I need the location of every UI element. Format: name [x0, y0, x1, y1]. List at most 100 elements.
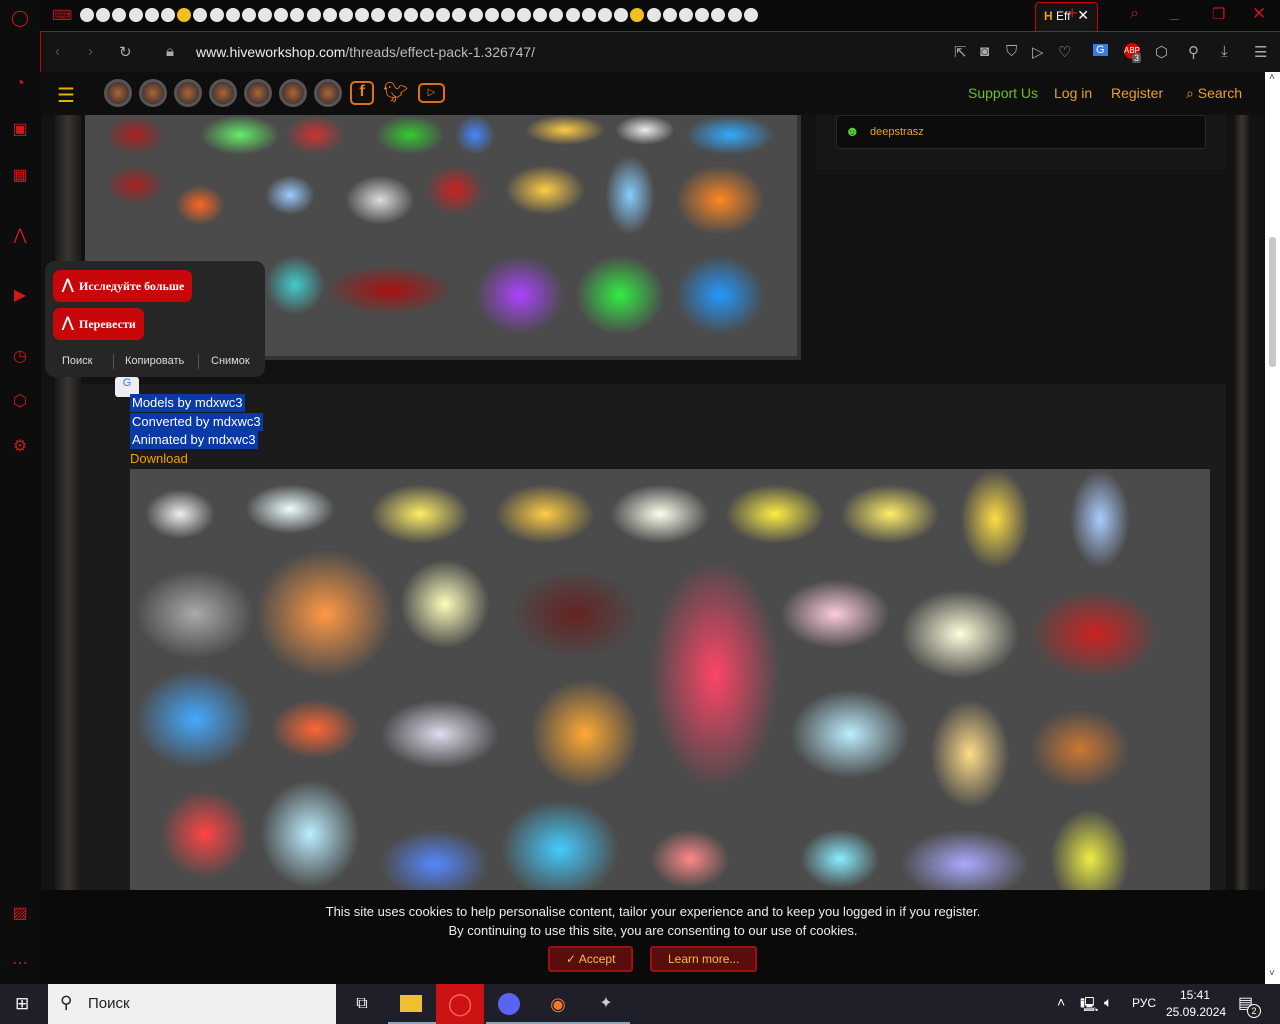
scroll-thumb[interactable]: [1269, 237, 1276, 367]
discord-icon[interactable]: [486, 984, 534, 1024]
opera-taskbar-icon[interactable]: ◯: [436, 984, 484, 1024]
player-icon[interactable]: ▶: [10, 286, 30, 306]
explorer-icon[interactable]: [388, 984, 436, 1024]
pinned-tab-icon[interactable]: [225, 8, 240, 22]
pinned-tab-icon[interactable]: [177, 8, 192, 22]
windows-start-icon[interactable]: ⊞: [15, 994, 29, 1014]
user-row[interactable]: ☻ deepstrasz: [836, 115, 1206, 149]
back-icon[interactable]: ‹: [55, 43, 60, 60]
taskbar-search[interactable]: ⚲ Поиск: [48, 984, 336, 1024]
pinned-tab-icon[interactable]: [630, 8, 645, 22]
pinned-tab-icon[interactable]: [128, 8, 143, 22]
pinned-tab-icon[interactable]: [533, 8, 548, 22]
forward-icon[interactable]: ›: [88, 43, 93, 60]
learn-more-button[interactable]: Learn more...: [650, 946, 758, 972]
opera-logo-icon[interactable]: ◯: [10, 9, 30, 29]
adblock-shield-icon[interactable]: ⛉: [1006, 43, 1017, 60]
reload-icon[interactable]: ↻: [119, 43, 132, 61]
pinned-tab-icon[interactable]: [678, 8, 693, 22]
pinned-tab-icon[interactable]: [371, 8, 386, 22]
new-tab-icon[interactable]: +: [1067, 3, 1078, 24]
pinned-tab-icon[interactable]: [743, 8, 758, 22]
hamburger-menu-icon[interactable]: ☰: [57, 83, 75, 108]
tray-expand-icon[interactable]: ˄: [1057, 994, 1065, 1010]
heart-icon[interactable]: ♡: [1058, 43, 1071, 61]
pinned-tab-icon[interactable]: [500, 8, 515, 22]
pinned-tab-icon[interactable]: [274, 8, 289, 22]
facebook-icon[interactable]: f: [350, 81, 374, 105]
pinned-tab-icon[interactable]: [646, 8, 661, 22]
pinned-tab-icon[interactable]: [565, 8, 580, 22]
gallery-icon[interactable]: ▨: [10, 904, 30, 924]
pinned-tab-icon[interactable]: [241, 8, 256, 22]
share-icon[interactable]: ⇱: [954, 43, 967, 61]
search-link[interactable]: ⌕ Search: [1186, 85, 1242, 102]
url-field[interactable]: www.hiveworkshop.com/threads/effect-pack…: [196, 44, 535, 60]
restore-icon[interactable]: ❐: [1212, 5, 1225, 23]
pinned-tab-icon[interactable]: [517, 8, 532, 22]
nav-icon-7[interactable]: [314, 79, 342, 107]
download-icon[interactable]: ⤓: [1221, 43, 1228, 60]
pinned-tab-icon[interactable]: [306, 8, 321, 22]
pinned-tab-icon[interactable]: [581, 8, 596, 22]
popup-snapshot-button[interactable]: Снимок: [211, 355, 250, 367]
gamepad-icon[interactable]: ⌨: [52, 7, 72, 24]
translate-button[interactable]: Перевести: [53, 308, 144, 340]
login-link[interactable]: Log in: [1054, 85, 1092, 101]
support-us-link[interactable]: Support Us: [968, 85, 1038, 101]
username-link[interactable]: deepstrasz: [870, 126, 924, 138]
blender-icon[interactable]: ◉: [534, 984, 582, 1024]
network-icon[interactable]: 🖳︎: [1080, 994, 1099, 1018]
pinned-tab-icon[interactable]: [387, 8, 402, 22]
cube-icon[interactable]: ⬡: [1155, 43, 1168, 61]
nav-icon-6[interactable]: [279, 79, 307, 107]
pinned-tab-icon[interactable]: [339, 8, 353, 22]
pinned-tab-icon[interactable]: [144, 8, 159, 22]
register-link[interactable]: Register: [1111, 85, 1163, 101]
send-icon[interactable]: ▷: [1032, 43, 1044, 61]
pinned-tab-icon[interactable]: [419, 8, 434, 22]
nav-icon-4[interactable]: [209, 79, 237, 107]
pinned-tab-icon[interactable]: [290, 8, 305, 22]
search-tabs-icon[interactable]: ⌕: [1130, 5, 1139, 23]
box-icon[interactable]: ⬡: [10, 392, 30, 412]
pinned-tab-icon[interactable]: [209, 8, 224, 22]
pinned-tab-icon[interactable]: [598, 8, 612, 22]
download-link[interactable]: Download: [130, 450, 188, 468]
clock-date[interactable]: 25.09.2024: [1166, 1005, 1226, 1019]
accept-button[interactable]: ✓ Accept: [548, 946, 634, 972]
pinned-tab-icon[interactable]: [96, 8, 111, 22]
task-view-icon[interactable]: ⧉: [338, 984, 386, 1024]
pinned-tab-icon[interactable]: [727, 8, 742, 22]
pinned-tab-icon[interactable]: [112, 8, 127, 22]
close-tab-icon[interactable]: ✕: [1077, 7, 1089, 24]
easy-setup-icon[interactable]: ☰: [1254, 43, 1267, 61]
pinned-tab-icon[interactable]: [193, 8, 208, 22]
pinned-tab-icon[interactable]: [160, 8, 175, 22]
aria-icon[interactable]: ⋀: [10, 226, 30, 246]
store-icon[interactable]: ▣: [10, 120, 30, 140]
volume-icon[interactable]: 🔈︎: [1104, 994, 1112, 1011]
pinned-tab-icon[interactable]: [468, 8, 483, 22]
snapshot-icon[interactable]: ◙: [980, 43, 989, 60]
pinned-tab-icon[interactable]: [711, 8, 726, 22]
pinned-tab-icon[interactable]: [258, 8, 273, 22]
pinned-tab-icon[interactable]: [80, 8, 94, 22]
pinned-tab-icon[interactable]: [403, 8, 418, 22]
settings-icon[interactable]: ⚙: [10, 437, 30, 457]
pinned-tab-icon[interactable]: [484, 8, 499, 22]
language-indicator[interactable]: РУС: [1132, 996, 1156, 1010]
twitter-icon[interactable]: 🐦︎: [383, 80, 408, 105]
scroll-down-icon[interactable]: ˅: [1269, 968, 1275, 979]
nav-icon-5[interactable]: [244, 79, 272, 107]
pinned-tabs[interactable]: [80, 8, 760, 22]
pinned-tab-icon[interactable]: [695, 8, 710, 22]
close-window-icon[interactable]: ✕: [1252, 4, 1266, 24]
cpu-icon[interactable]: ▦: [10, 166, 30, 186]
clock-time[interactable]: 15:41: [1180, 988, 1210, 1002]
pinned-tab-icon[interactable]: [662, 8, 677, 22]
nav-icon-2[interactable]: [139, 79, 167, 107]
youtube-icon[interactable]: ▷: [418, 83, 445, 103]
popup-search-button[interactable]: Поиск: [62, 355, 92, 367]
pinned-tab-icon[interactable]: [549, 8, 564, 22]
